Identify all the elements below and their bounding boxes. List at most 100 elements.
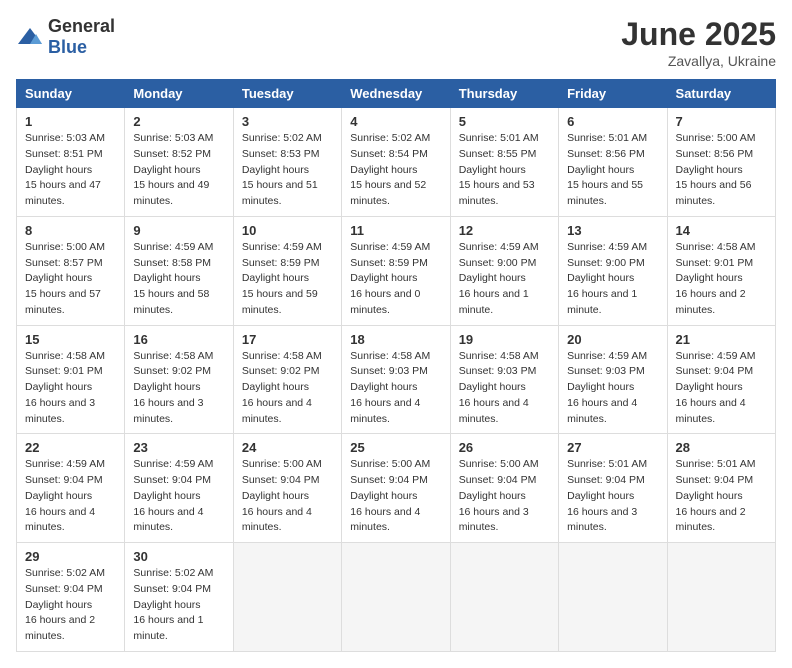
- day-info-13: Sunrise: 4:59 AMSunset: 9:00 PMDaylight …: [567, 240, 658, 319]
- day-cell-22: 22 Sunrise: 4:59 AMSunset: 9:04 PMDaylig…: [17, 434, 125, 543]
- day-info-3: Sunrise: 5:02 AMSunset: 8:53 PMDaylight …: [242, 131, 333, 210]
- col-thursday: Thursday: [450, 80, 558, 108]
- day-cell-25: 25 Sunrise: 5:00 AMSunset: 9:04 PMDaylig…: [342, 434, 450, 543]
- week-row-2: 8 Sunrise: 5:00 AMSunset: 8:57 PMDayligh…: [17, 216, 776, 325]
- day-cell-29: 29 Sunrise: 5:02 AMSunset: 9:04 PMDaylig…: [17, 543, 125, 652]
- day-number-2: 2: [133, 114, 224, 129]
- day-number-13: 13: [567, 223, 658, 238]
- logo-general-text: General: [48, 16, 115, 36]
- col-tuesday: Tuesday: [233, 80, 341, 108]
- day-number-9: 9: [133, 223, 224, 238]
- day-info-10: Sunrise: 4:59 AMSunset: 8:59 PMDaylight …: [242, 240, 333, 319]
- day-cell-24: 24 Sunrise: 5:00 AMSunset: 9:04 PMDaylig…: [233, 434, 341, 543]
- day-number-16: 16: [133, 332, 224, 347]
- day-info-14: Sunrise: 4:58 AMSunset: 9:01 PMDaylight …: [676, 240, 767, 319]
- day-cell-19: 19 Sunrise: 4:58 AMSunset: 9:03 PMDaylig…: [450, 325, 558, 434]
- day-number-30: 30: [133, 549, 224, 564]
- week-row-1: 1 Sunrise: 5:03 AMSunset: 8:51 PMDayligh…: [17, 108, 776, 217]
- week-row-3: 15 Sunrise: 4:58 AMSunset: 9:01 PMDaylig…: [17, 325, 776, 434]
- empty-cell: [233, 543, 341, 652]
- page-header: General Blue June 2025 Zavallya, Ukraine: [16, 16, 776, 69]
- day-info-8: Sunrise: 5:00 AMSunset: 8:57 PMDaylight …: [25, 240, 116, 319]
- logo-blue-text: Blue: [48, 37, 87, 57]
- day-number-20: 20: [567, 332, 658, 347]
- day-number-3: 3: [242, 114, 333, 129]
- day-cell-7: 7 Sunrise: 5:00 AMSunset: 8:56 PMDayligh…: [667, 108, 775, 217]
- day-number-22: 22: [25, 440, 116, 455]
- day-info-25: Sunrise: 5:00 AMSunset: 9:04 PMDaylight …: [350, 457, 441, 536]
- day-cell-12: 12 Sunrise: 4:59 AMSunset: 9:00 PMDaylig…: [450, 216, 558, 325]
- day-info-21: Sunrise: 4:59 AMSunset: 9:04 PMDaylight …: [676, 349, 767, 428]
- day-number-6: 6: [567, 114, 658, 129]
- day-number-4: 4: [350, 114, 441, 129]
- week-row-5: 29 Sunrise: 5:02 AMSunset: 9:04 PMDaylig…: [17, 543, 776, 652]
- day-info-17: Sunrise: 4:58 AMSunset: 9:02 PMDaylight …: [242, 349, 333, 428]
- day-info-9: Sunrise: 4:59 AMSunset: 8:58 PMDaylight …: [133, 240, 224, 319]
- day-info-28: Sunrise: 5:01 AMSunset: 9:04 PMDaylight …: [676, 457, 767, 536]
- day-cell-8: 8 Sunrise: 5:00 AMSunset: 8:57 PMDayligh…: [17, 216, 125, 325]
- day-number-10: 10: [242, 223, 333, 238]
- day-info-6: Sunrise: 5:01 AMSunset: 8:56 PMDaylight …: [567, 131, 658, 210]
- day-cell-18: 18 Sunrise: 4:58 AMSunset: 9:03 PMDaylig…: [342, 325, 450, 434]
- day-cell-23: 23 Sunrise: 4:59 AMSunset: 9:04 PMDaylig…: [125, 434, 233, 543]
- day-cell-17: 17 Sunrise: 4:58 AMSunset: 9:02 PMDaylig…: [233, 325, 341, 434]
- day-number-21: 21: [676, 332, 767, 347]
- day-info-4: Sunrise: 5:02 AMSunset: 8:54 PMDaylight …: [350, 131, 441, 210]
- day-number-19: 19: [459, 332, 550, 347]
- day-number-5: 5: [459, 114, 550, 129]
- day-cell-13: 13 Sunrise: 4:59 AMSunset: 9:00 PMDaylig…: [559, 216, 667, 325]
- day-cell-10: 10 Sunrise: 4:59 AMSunset: 8:59 PMDaylig…: [233, 216, 341, 325]
- day-info-30: Sunrise: 5:02 AMSunset: 9:04 PMDaylight …: [133, 566, 224, 645]
- calendar-subtitle: Zavallya, Ukraine: [621, 53, 776, 69]
- day-info-20: Sunrise: 4:59 AMSunset: 9:03 PMDaylight …: [567, 349, 658, 428]
- empty-cell: [342, 543, 450, 652]
- day-cell-15: 15 Sunrise: 4:58 AMSunset: 9:01 PMDaylig…: [17, 325, 125, 434]
- day-cell-5: 5 Sunrise: 5:01 AMSunset: 8:55 PMDayligh…: [450, 108, 558, 217]
- day-number-17: 17: [242, 332, 333, 347]
- day-info-19: Sunrise: 4:58 AMSunset: 9:03 PMDaylight …: [459, 349, 550, 428]
- day-cell-28: 28 Sunrise: 5:01 AMSunset: 9:04 PMDaylig…: [667, 434, 775, 543]
- weekday-header-row: Sunday Monday Tuesday Wednesday Thursday…: [17, 80, 776, 108]
- day-info-18: Sunrise: 4:58 AMSunset: 9:03 PMDaylight …: [350, 349, 441, 428]
- title-block: June 2025 Zavallya, Ukraine: [621, 16, 776, 69]
- day-number-23: 23: [133, 440, 224, 455]
- day-number-18: 18: [350, 332, 441, 347]
- day-info-22: Sunrise: 4:59 AMSunset: 9:04 PMDaylight …: [25, 457, 116, 536]
- empty-cell: [450, 543, 558, 652]
- day-cell-11: 11 Sunrise: 4:59 AMSunset: 8:59 PMDaylig…: [342, 216, 450, 325]
- day-info-15: Sunrise: 4:58 AMSunset: 9:01 PMDaylight …: [25, 349, 116, 428]
- day-info-27: Sunrise: 5:01 AMSunset: 9:04 PMDaylight …: [567, 457, 658, 536]
- day-cell-2: 2 Sunrise: 5:03 AMSunset: 8:52 PMDayligh…: [125, 108, 233, 217]
- day-cell-21: 21 Sunrise: 4:59 AMSunset: 9:04 PMDaylig…: [667, 325, 775, 434]
- day-number-8: 8: [25, 223, 116, 238]
- generalblue-logo-icon: [16, 26, 44, 48]
- day-info-16: Sunrise: 4:58 AMSunset: 9:02 PMDaylight …: [133, 349, 224, 428]
- day-info-29: Sunrise: 5:02 AMSunset: 9:04 PMDaylight …: [25, 566, 116, 645]
- day-cell-26: 26 Sunrise: 5:00 AMSunset: 9:04 PMDaylig…: [450, 434, 558, 543]
- logo: General Blue: [16, 16, 115, 58]
- day-cell-20: 20 Sunrise: 4:59 AMSunset: 9:03 PMDaylig…: [559, 325, 667, 434]
- day-number-12: 12: [459, 223, 550, 238]
- day-number-26: 26: [459, 440, 550, 455]
- day-cell-16: 16 Sunrise: 4:58 AMSunset: 9:02 PMDaylig…: [125, 325, 233, 434]
- day-info-12: Sunrise: 4:59 AMSunset: 9:00 PMDaylight …: [459, 240, 550, 319]
- day-cell-9: 9 Sunrise: 4:59 AMSunset: 8:58 PMDayligh…: [125, 216, 233, 325]
- day-number-15: 15: [25, 332, 116, 347]
- day-cell-14: 14 Sunrise: 4:58 AMSunset: 9:01 PMDaylig…: [667, 216, 775, 325]
- day-number-29: 29: [25, 549, 116, 564]
- day-number-25: 25: [350, 440, 441, 455]
- day-cell-30: 30 Sunrise: 5:02 AMSunset: 9:04 PMDaylig…: [125, 543, 233, 652]
- day-info-11: Sunrise: 4:59 AMSunset: 8:59 PMDaylight …: [350, 240, 441, 319]
- day-cell-4: 4 Sunrise: 5:02 AMSunset: 8:54 PMDayligh…: [342, 108, 450, 217]
- week-row-4: 22 Sunrise: 4:59 AMSunset: 9:04 PMDaylig…: [17, 434, 776, 543]
- day-info-7: Sunrise: 5:00 AMSunset: 8:56 PMDaylight …: [676, 131, 767, 210]
- day-cell-3: 3 Sunrise: 5:02 AMSunset: 8:53 PMDayligh…: [233, 108, 341, 217]
- day-info-1: Sunrise: 5:03 AMSunset: 8:51 PMDaylight …: [25, 131, 116, 210]
- day-cell-1: 1 Sunrise: 5:03 AMSunset: 8:51 PMDayligh…: [17, 108, 125, 217]
- col-saturday: Saturday: [667, 80, 775, 108]
- day-number-27: 27: [567, 440, 658, 455]
- col-sunday: Sunday: [17, 80, 125, 108]
- day-info-24: Sunrise: 5:00 AMSunset: 9:04 PMDaylight …: [242, 457, 333, 536]
- col-friday: Friday: [559, 80, 667, 108]
- day-info-2: Sunrise: 5:03 AMSunset: 8:52 PMDaylight …: [133, 131, 224, 210]
